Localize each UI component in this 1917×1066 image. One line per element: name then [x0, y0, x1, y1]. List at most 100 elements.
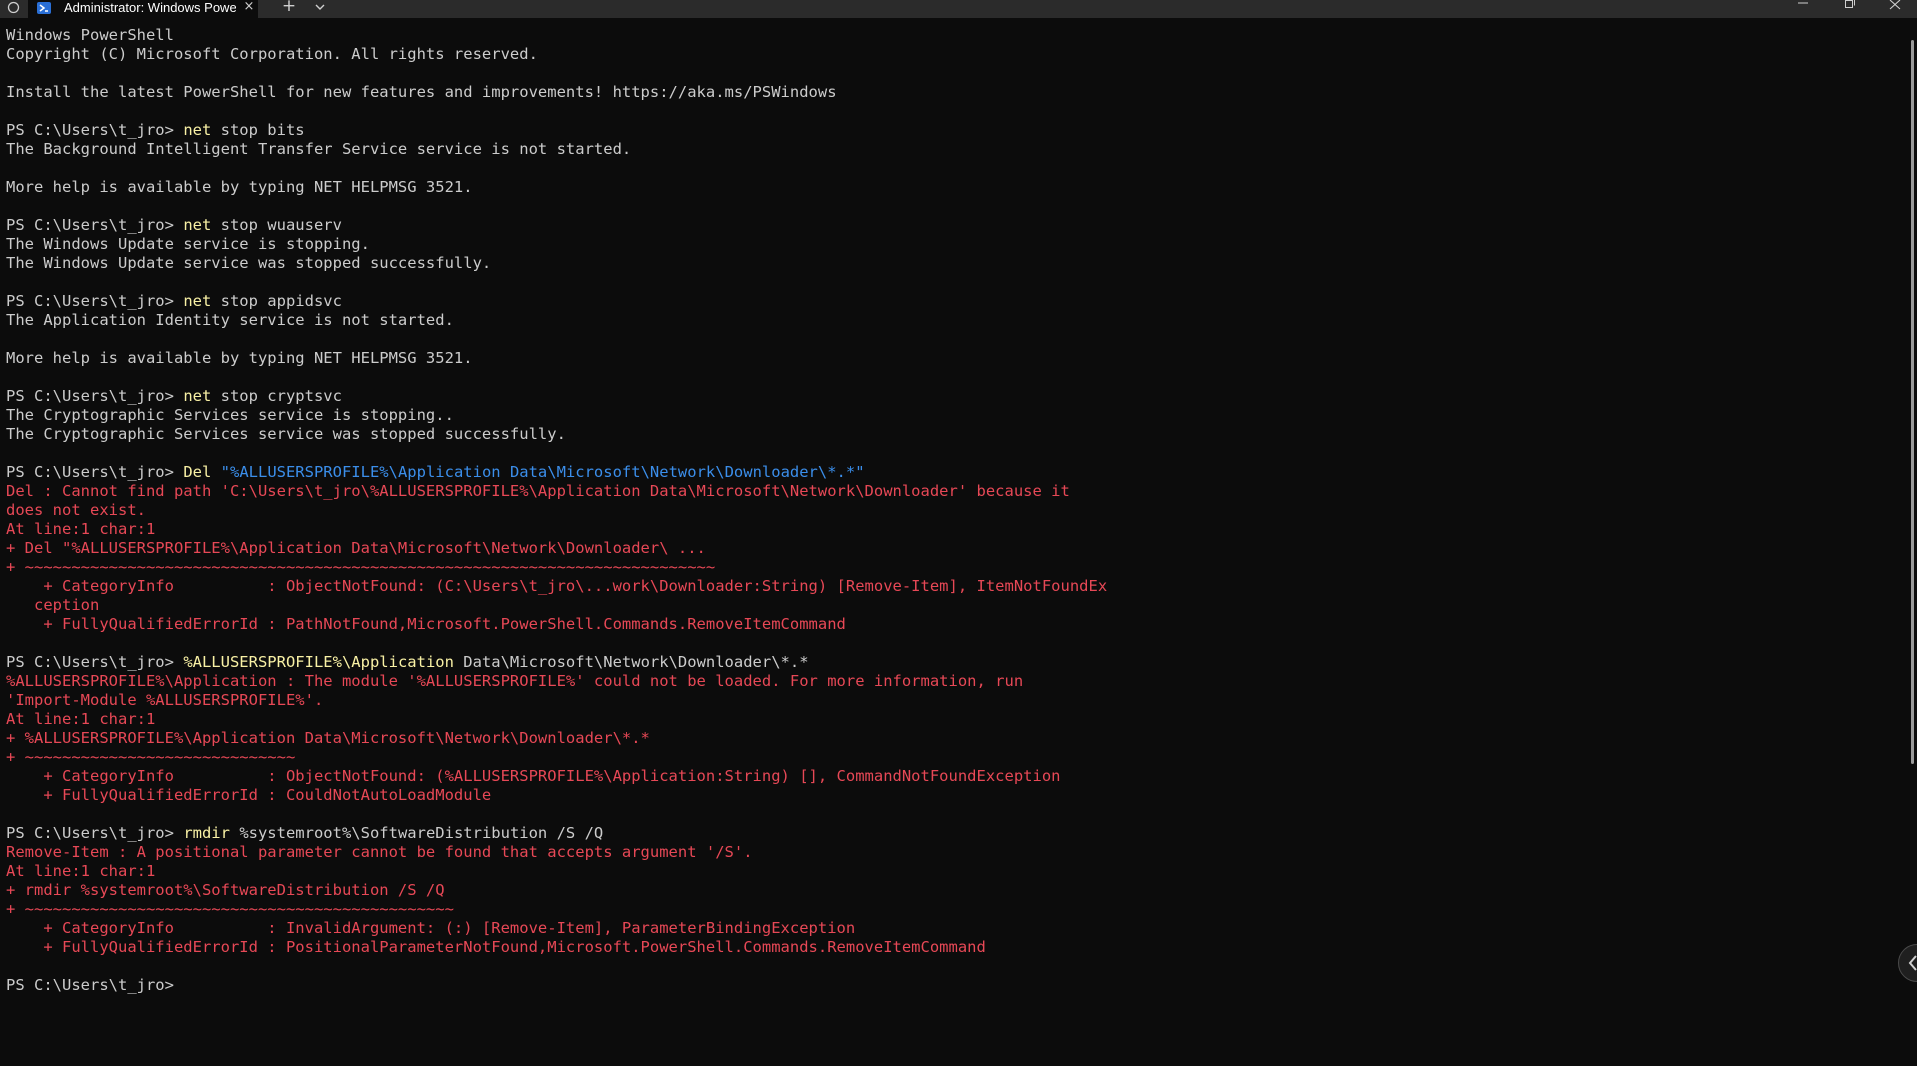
output-text: The Background Intelligent Transfer Serv… — [6, 140, 632, 158]
output-text: stop wuauserv — [211, 216, 342, 234]
terminal-line: The Application Identity service is not … — [6, 311, 1107, 330]
error-text: + CategoryInfo : InvalidArgument: (:) [R… — [6, 919, 856, 937]
error-text: + CategoryInfo : ObjectNotFound: (%ALLUS… — [6, 767, 1061, 785]
terminal-line: Windows PowerShell — [6, 26, 1107, 45]
output-text: PS C:\Users\t_jro> — [6, 216, 184, 234]
terminal-line: PS C:\Users\t_jro> Del "%ALLUSERSPROFILE… — [6, 463, 1107, 482]
terminal-line: + FullyQualifiedErrorId : CouldNotAutoLo… — [6, 786, 1107, 805]
close-icon[interactable] — [1872, 0, 1917, 18]
tab-title: Administrator: Windows PowerShell — [64, 0, 236, 15]
terminal-line: PS C:\Users\t_jro> %ALLUSERSPROFILE%\App… — [6, 653, 1107, 672]
error-text: + CategoryInfo : ObjectNotFound: (C:\Use… — [6, 577, 1108, 595]
terminal-line: + ~~~~~~~~~~~~~~~~~~~~~~~~~~~~~~~~~~~~~~… — [6, 558, 1107, 577]
terminal-line: + CategoryInfo : InvalidArgument: (:) [R… — [6, 919, 1107, 938]
error-text: Del : Cannot find path 'C:\Users\t_jro\%… — [6, 482, 1070, 500]
output-text: %systemroot%\SoftwareDistribution /S /Q — [229, 824, 604, 842]
error-text: + FullyQualifiedErrorId : CouldNotAutoLo… — [6, 786, 492, 804]
terminal-line: + ~~~~~~~~~~~~~~~~~~~~~~~~~~~~~ — [6, 748, 1107, 767]
terminal-line: + ~~~~~~~~~~~~~~~~~~~~~~~~~~~~~~~~~~~~~~… — [6, 900, 1107, 919]
output-text: The Cryptographic Services service is st… — [6, 406, 454, 424]
output-text: PS C:\Users\t_jro> — [6, 976, 184, 994]
terminal-line: The Cryptographic Services service is st… — [6, 406, 1107, 425]
command-text: net — [183, 292, 212, 310]
terminal-line: 'Import-Module %ALLUSERSPROFILE%'. — [6, 691, 1107, 710]
terminal-line: PS C:\Users\t_jro> net stop wuauserv — [6, 216, 1107, 235]
chevron-left-icon — [1908, 955, 1917, 971]
command-text: Del — [183, 463, 212, 481]
terminal-line: + Del "%ALLUSERSPROFILE%\Application Dat… — [6, 539, 1107, 558]
command-text: net — [183, 216, 212, 234]
minimize-icon[interactable] — [1780, 0, 1826, 18]
terminal-line: At line:1 char:1 — [6, 862, 1107, 881]
error-text: ception — [6, 596, 100, 614]
output-text: stop bits — [211, 121, 305, 139]
output-text: Copyright (C) Microsoft Corporation. All… — [6, 45, 538, 63]
error-text: + %ALLUSERSPROFILE%\Application Data\Mic… — [6, 729, 650, 747]
terminal-line: At line:1 char:1 — [6, 520, 1107, 539]
output-text: The Application Identity service is not … — [6, 311, 454, 329]
error-text: + ~~~~~~~~~~~~~~~~~~~~~~~~~~~~~~~~~~~~~~… — [6, 900, 454, 918]
error-text: At line:1 char:1 — [6, 862, 156, 880]
terminal-line: + CategoryInfo : ObjectNotFound: (C:\Use… — [6, 577, 1107, 596]
chevron-down-icon[interactable] — [310, 0, 330, 17]
output-text: PS C:\Users\t_jro> — [6, 463, 184, 481]
error-text: %ALLUSERSPROFILE%\Application : The modu… — [6, 672, 1024, 690]
error-text: + rmdir %systemroot%\SoftwareDistributio… — [6, 881, 445, 899]
error-text: + Del "%ALLUSERSPROFILE%\Application Dat… — [6, 539, 706, 557]
command-text: %ALLUSERSPROFILE%\Application — [183, 653, 454, 671]
command-text: net — [183, 121, 212, 139]
output-text: The Windows Update service is stopping. — [6, 235, 370, 253]
output-text: PS C:\Users\t_jro> — [6, 292, 184, 310]
terminal-line: PS C:\Users\t_jro> — [6, 976, 1107, 995]
terminal-line: Copyright (C) Microsoft Corporation. All… — [6, 45, 1107, 64]
output-text: Windows PowerShell — [6, 26, 174, 44]
terminal-line: ception — [6, 596, 1107, 615]
terminal-line: Install the latest PowerShell for new fe… — [6, 83, 1107, 102]
output-text: stop appidsvc — [211, 292, 342, 310]
output-text: PS C:\Users\t_jro> — [6, 387, 184, 405]
error-text: + FullyQualifiedErrorId : PositionalPara… — [6, 938, 986, 956]
error-text: + ~~~~~~~~~~~~~~~~~~~~~~~~~~~~~~~~~~~~~~… — [6, 558, 716, 576]
error-text: At line:1 char:1 — [6, 520, 156, 538]
tab-powershell[interactable]: Administrator: Windows PowerShell × — [28, 0, 258, 18]
terminal-line: %ALLUSERSPROFILE%\Application : The modu… — [6, 672, 1107, 691]
terminal-line: PS C:\Users\t_jro> net stop appidsvc — [6, 292, 1107, 311]
terminal-line: The Background Intelligent Transfer Serv… — [6, 140, 1107, 159]
output-text: More help is available by typing NET HEL… — [6, 178, 473, 196]
terminal-output[interactable]: Windows PowerShell Copyright (C) Microsof… — [6, 26, 1107, 995]
error-text: + ~~~~~~~~~~~~~~~~~~~~~~~~~~~~~ — [6, 748, 296, 766]
circle-icon[interactable] — [7, 1, 20, 14]
command-text: net — [183, 387, 212, 405]
title-bar: Administrator: Windows PowerShell × + — [0, 0, 1917, 18]
terminal-line: PS C:\Users\t_jro> net stop bits — [6, 121, 1107, 140]
terminal-line: Del : Cannot find path 'C:\Users\t_jro\%… — [6, 482, 1107, 501]
terminal-line: PS C:\Users\t_jro> net stop cryptsvc — [6, 387, 1107, 406]
output-text: More help is available by typing NET HEL… — [6, 349, 473, 367]
terminal-line: More help is available by typing NET HEL… — [6, 178, 1107, 197]
new-tab-button[interactable]: + — [278, 0, 300, 17]
error-text: Remove-Item : A positional parameter can… — [6, 843, 753, 861]
terminal-line: More help is available by typing NET HEL… — [6, 349, 1107, 368]
output-text: PS C:\Users\t_jro> — [6, 653, 184, 671]
terminal-line: The Windows Update service was stopped s… — [6, 254, 1107, 273]
terminal-line: Remove-Item : A positional parameter can… — [6, 843, 1107, 862]
terminal-line: The Cryptographic Services service was s… — [6, 425, 1107, 444]
maximize-icon[interactable] — [1826, 0, 1872, 18]
terminal-line: At line:1 char:1 — [6, 710, 1107, 729]
terminal-line: does not exist. — [6, 501, 1107, 520]
output-text: PS C:\Users\t_jro> — [6, 824, 184, 842]
scrollbar-thumb[interactable] — [1911, 40, 1914, 764]
close-tab-button[interactable]: × — [240, 0, 258, 16]
output-text: Data\Microsoft\Network\Downloader\*.* — [453, 653, 809, 671]
output-text: Install the latest PowerShell for new fe… — [6, 83, 837, 101]
collapse-panel-button[interactable] — [1898, 944, 1917, 982]
terminal-line: The Windows Update service is stopping. — [6, 235, 1107, 254]
error-text: does not exist. — [6, 501, 146, 519]
